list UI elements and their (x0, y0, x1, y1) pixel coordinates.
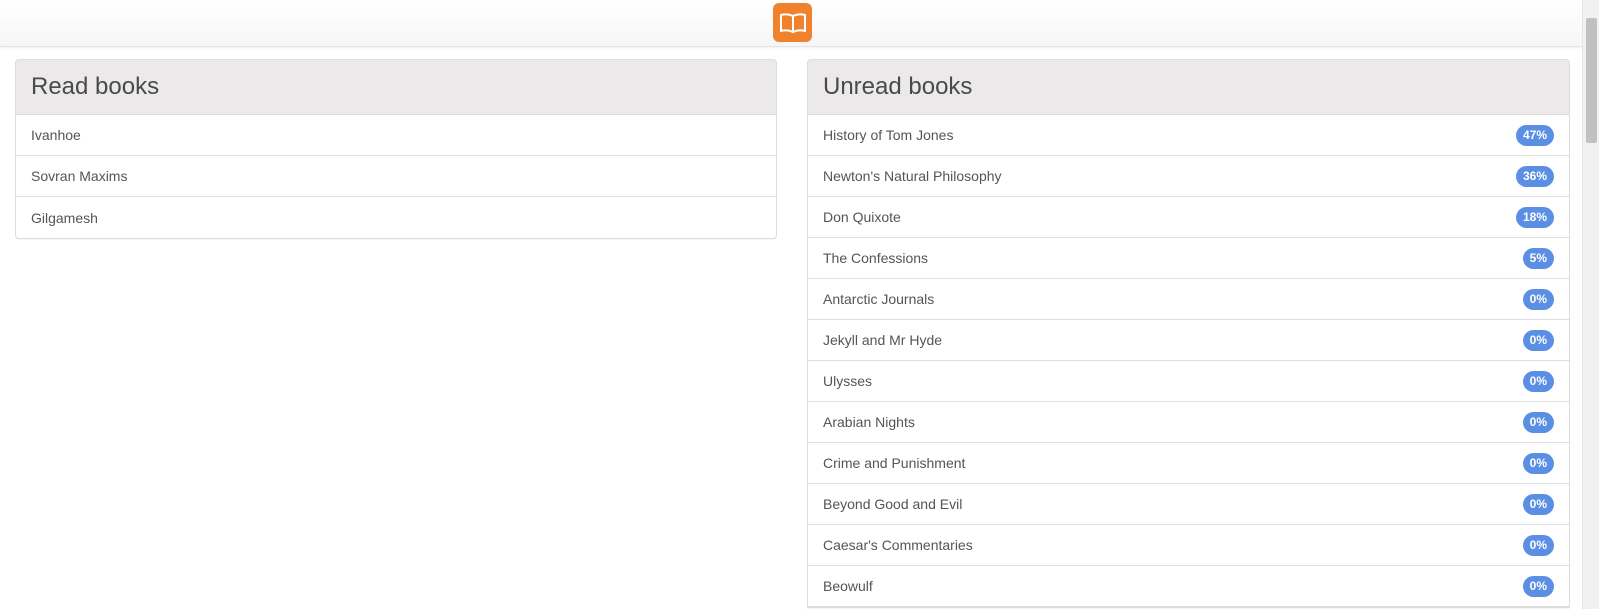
unread-book-item[interactable]: Arabian Nights 0% (808, 402, 1569, 443)
unread-book-item[interactable]: History of Tom Jones 47% (808, 115, 1569, 156)
book-title: Ulysses (823, 373, 873, 389)
progress-badge: 0% (1522, 329, 1554, 351)
read-books-title: Read books (31, 73, 160, 100)
read-books-heading: Read books (16, 60, 776, 115)
book-title: Sovran Maxims (31, 168, 128, 184)
read-books-list: Ivanhoe Sovran Maxims Gilgamesh (16, 115, 776, 238)
progress-badge: 47% (1515, 124, 1554, 146)
progress-badge: 36% (1515, 165, 1554, 187)
book-title: Don Quixote (823, 209, 901, 225)
unread-book-item[interactable]: Antarctic Journals 0% (808, 279, 1569, 320)
progress-badge: 18% (1515, 206, 1554, 228)
read-book-item[interactable]: Gilgamesh (16, 197, 776, 238)
unread-book-item[interactable]: Beyond Good and Evil 0% (808, 484, 1569, 525)
progress-badge: 0% (1522, 452, 1554, 474)
read-book-item[interactable]: Ivanhoe (16, 115, 776, 156)
read-book-item[interactable]: Sovran Maxims (16, 156, 776, 197)
progress-badge: 0% (1522, 575, 1554, 597)
top-navbar (0, 0, 1583, 47)
book-title: Caesar's Commentaries (823, 537, 973, 553)
progress-badge: 5% (1522, 247, 1554, 269)
progress-badge: 0% (1522, 493, 1554, 515)
scrollbar-thumb[interactable] (1586, 18, 1597, 143)
unread-book-item[interactable]: Don Quixote 18% (808, 197, 1569, 238)
app-logo[interactable] (773, 3, 812, 42)
unread-books-panel: Unread books History of Tom Jones 47% Ne… (807, 59, 1570, 608)
unread-books-list: History of Tom Jones 47% Newton's Natura… (808, 115, 1569, 607)
read-books-panel: Read books Ivanhoe Sovran Maxims Gilgame… (15, 59, 777, 239)
book-title: Antarctic Journals (823, 291, 935, 307)
book-title: Ivanhoe (31, 127, 81, 143)
book-title: History of Tom Jones (823, 127, 954, 143)
page-scrollbar[interactable] (1582, 0, 1599, 609)
progress-badge: 0% (1522, 411, 1554, 433)
book-title: Jekyll and Mr Hyde (823, 332, 943, 348)
open-book-icon (779, 12, 806, 33)
unread-book-item[interactable]: Beowulf 0% (808, 566, 1569, 607)
progress-badge: 0% (1522, 534, 1554, 556)
unread-book-item[interactable]: Caesar's Commentaries 0% (808, 525, 1569, 566)
unread-book-item[interactable]: Newton's Natural Philosophy 36% (808, 156, 1569, 197)
book-title: The Confessions (823, 250, 929, 266)
book-title: Gilgamesh (31, 209, 98, 226)
book-title: Crime and Punishment (823, 455, 966, 471)
unread-book-item[interactable]: Jekyll and Mr Hyde 0% (808, 320, 1569, 361)
unread-book-item[interactable]: Crime and Punishment 0% (808, 443, 1569, 484)
book-title: Beowulf (823, 578, 873, 594)
unread-books-heading: Unread books (808, 60, 1569, 115)
book-title: Beyond Good and Evil (823, 496, 963, 512)
book-title: Newton's Natural Philosophy (823, 168, 1002, 184)
unread-book-item[interactable]: The Confessions 5% (808, 238, 1569, 279)
unread-books-title: Unread books (823, 73, 973, 100)
unread-book-item[interactable]: Ulysses 0% (808, 361, 1569, 402)
progress-badge: 0% (1522, 288, 1554, 310)
book-title: Arabian Nights (823, 414, 915, 430)
progress-badge: 0% (1522, 370, 1554, 392)
